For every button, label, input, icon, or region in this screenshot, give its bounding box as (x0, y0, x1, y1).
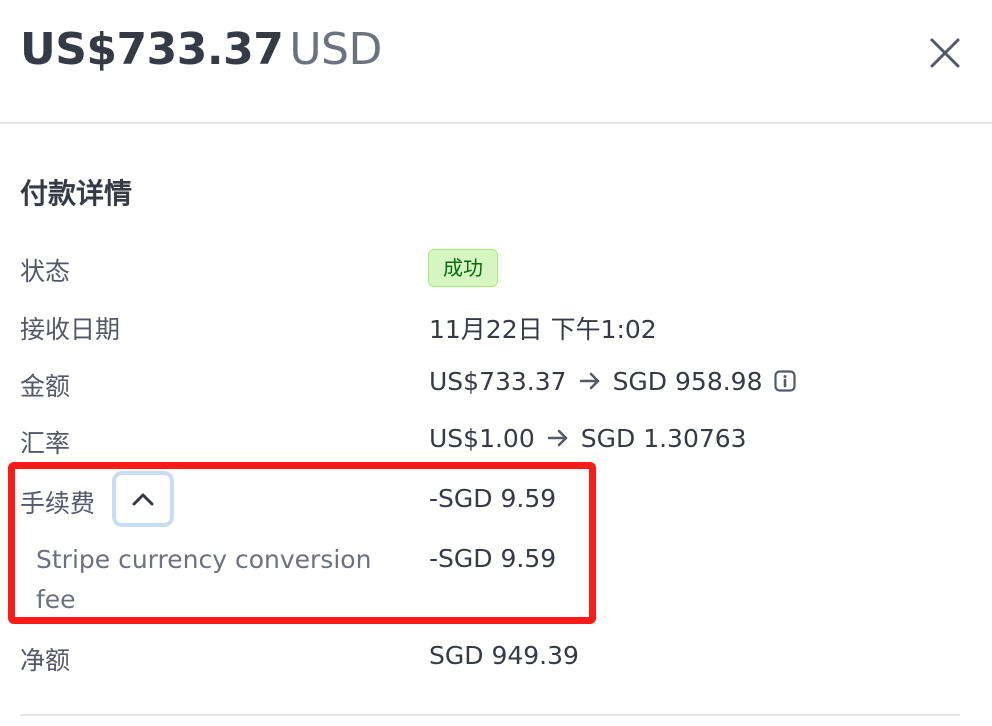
fee-detail-label: Stripe currency conversion fee (36, 545, 372, 614)
amount-to: SGD 958.98 (612, 367, 763, 396)
payment-amount: US$733.37 USD (20, 24, 382, 75)
status-label: 状态 (20, 257, 71, 286)
close-icon (930, 38, 960, 68)
net-value: SGD 949.39 (429, 641, 579, 670)
close-button[interactable] (922, 30, 968, 76)
section-title: 付款详情 (20, 177, 133, 210)
date-label: 接收日期 (20, 315, 121, 344)
fee-detail-value: -SGD 9.59 (429, 544, 557, 573)
fee-collapse-button[interactable] (112, 471, 174, 527)
rate-from: US$1.00 (429, 424, 535, 453)
divider (20, 714, 960, 716)
arrow-right-icon (579, 367, 601, 396)
rate-to: SGD 1.30763 (580, 424, 747, 453)
amount-currency: USD (289, 24, 382, 75)
date-value: 11月22日 下午1:02 (429, 315, 657, 344)
modal-header: US$733.37 USD (0, 0, 992, 124)
amount-label: 金额 (20, 372, 71, 401)
fee-label: 手续费 (20, 489, 96, 518)
fee-value: -SGD 9.59 (429, 484, 557, 513)
rate-label: 汇率 (20, 429, 71, 458)
amount-row-value: US$733.37 SGD 958.98 (429, 367, 797, 396)
amount-from: US$733.37 (429, 367, 567, 396)
info-icon[interactable] (774, 369, 797, 392)
status-badge: 成功 (428, 249, 498, 287)
net-label: 净额 (20, 646, 71, 675)
arrow-right-icon (547, 424, 569, 453)
chevron-up-icon (132, 493, 154, 506)
amount-value: US$733.37 (20, 24, 284, 75)
rate-row-value: US$1.00 SGD 1.30763 (429, 424, 747, 453)
